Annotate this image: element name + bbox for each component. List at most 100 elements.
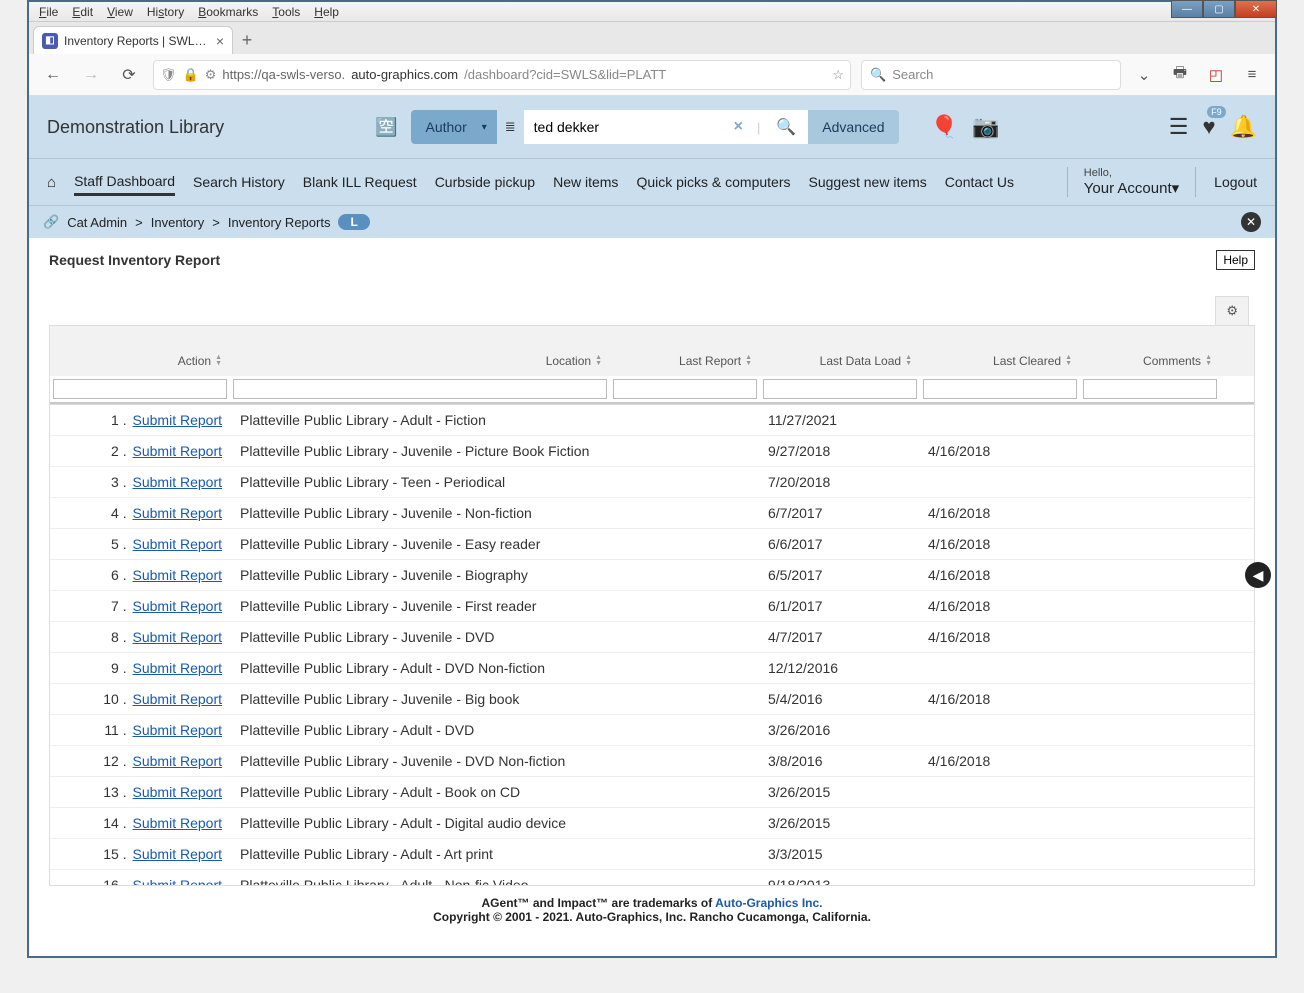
cell-last-data-load: 6/1/2017 xyxy=(760,595,920,617)
language-icon[interactable]: 🈳 xyxy=(373,114,399,140)
submit-report-link[interactable]: Submit Report xyxy=(133,753,222,769)
submit-report-link[interactable]: Submit Report xyxy=(133,505,222,521)
nav-staff-dashboard[interactable]: Staff Dashboard xyxy=(74,169,175,196)
col-last-report[interactable]: Last Report▲▼ xyxy=(610,326,760,376)
filter-comments[interactable] xyxy=(1083,379,1217,399)
col-last-cleared[interactable]: Last Cleared▲▼ xyxy=(920,326,1080,376)
back-button[interactable]: ← xyxy=(39,61,67,89)
url-bar[interactable]: 🛡 🔒 ⚙ https://qa-swls-verso.auto-graphic… xyxy=(153,60,851,90)
filter-last-report[interactable] xyxy=(613,379,757,399)
submit-report-link[interactable]: Submit Report xyxy=(133,598,222,614)
nav-curbside[interactable]: Curbside pickup xyxy=(435,170,535,194)
submit-report-link[interactable]: Submit Report xyxy=(133,846,222,862)
menu-file[interactable]: File xyxy=(33,4,64,20)
cell-last-report xyxy=(610,417,760,423)
menu-help[interactable]: Help xyxy=(308,4,345,20)
col-last-data-load[interactable]: Last Data Load▲▼ xyxy=(760,326,920,376)
submit-report-link[interactable]: Submit Report xyxy=(133,722,222,738)
footer-link[interactable]: Auto-Graphics Inc. xyxy=(715,896,822,910)
forward-button[interactable]: → xyxy=(77,61,105,89)
nav-search-history[interactable]: Search History xyxy=(193,170,285,194)
submit-report-link[interactable]: Submit Report xyxy=(133,412,222,428)
breadcrumb-pill[interactable]: L xyxy=(338,214,369,230)
filter-location[interactable] xyxy=(233,379,607,399)
url-prefix: https://qa-swls-verso. xyxy=(222,67,345,82)
menu-history[interactable]: History xyxy=(141,4,190,20)
balloon-icon[interactable]: 🎈 xyxy=(931,114,958,140)
print-icon[interactable]: 🖶 xyxy=(1167,62,1193,88)
breadcrumb-close-icon[interactable]: ✕ xyxy=(1241,212,1261,232)
nav-suggest[interactable]: Suggest new items xyxy=(809,170,927,194)
submit-report-link[interactable]: Submit Report xyxy=(133,536,222,552)
cell-comments xyxy=(1080,572,1220,578)
cell-location: Platteville Public Library - Juvenile - … xyxy=(230,750,610,772)
nav-quick-picks[interactable]: Quick picks & computers xyxy=(636,170,790,194)
notifications-bell-icon[interactable]: 🔔 xyxy=(1230,114,1257,140)
cell-last-data-load: 3/8/2016 xyxy=(760,750,920,772)
cell-last-data-load: 12/12/2016 xyxy=(760,657,920,679)
extension-icon[interactable]: ◰ xyxy=(1203,62,1229,88)
permissions-icon[interactable]: ⚙ xyxy=(205,67,217,83)
cell-last-cleared xyxy=(920,820,1080,826)
submit-report-link[interactable]: Submit Report xyxy=(133,784,222,800)
browser-tab[interactable]: ◧ Inventory Reports | SWLS | platt × xyxy=(33,26,233,54)
menu-view[interactable]: View xyxy=(101,4,139,20)
submit-report-link[interactable]: Submit Report xyxy=(133,815,222,831)
bookmark-star-icon[interactable]: ☆ xyxy=(832,67,844,83)
list-view-icon[interactable]: ☰ xyxy=(1169,114,1189,140)
submit-report-link[interactable]: Submit Report xyxy=(133,629,222,645)
submit-report-link[interactable]: Submit Report xyxy=(133,877,222,885)
side-panel-toggle-icon[interactable]: ◀ xyxy=(1245,562,1271,588)
window-maximize-button[interactable]: ▢ xyxy=(1203,0,1235,18)
cell-location: Platteville Public Library - Juvenile - … xyxy=(230,502,610,524)
help-button[interactable]: Help xyxy=(1216,250,1255,270)
nav-contact[interactable]: Contact Us xyxy=(945,170,1014,194)
pocket-icon[interactable]: ⌄ xyxy=(1131,62,1157,88)
menu-bookmarks[interactable]: Bookmarks xyxy=(192,4,264,20)
reload-button[interactable]: ⟳ xyxy=(115,61,143,89)
submit-report-link[interactable]: Submit Report xyxy=(133,660,222,676)
hamburger-menu-icon[interactable]: ≡ xyxy=(1239,62,1265,88)
camera-search-icon[interactable]: 📷 xyxy=(972,114,999,140)
window-close-button[interactable]: ✕ xyxy=(1235,0,1277,18)
database-icon[interactable]: ≣ xyxy=(497,110,524,144)
table-settings-gear-icon[interactable]: ⚙ xyxy=(1215,296,1249,325)
browser-search-box[interactable]: 🔍 Search xyxy=(861,60,1121,90)
breadcrumb-2[interactable]: Inventory xyxy=(151,215,204,230)
filter-last-data-load[interactable] xyxy=(763,379,917,399)
logout-link[interactable]: Logout xyxy=(1214,170,1257,194)
submit-report-link[interactable]: Submit Report xyxy=(133,443,222,459)
clear-search-icon[interactable]: × xyxy=(724,110,753,144)
shield-icon[interactable]: 🛡 xyxy=(160,67,177,83)
favorites-heart-icon[interactable]: ♥F9 xyxy=(1203,114,1216,140)
filter-action[interactable] xyxy=(53,379,227,399)
home-icon[interactable]: ⌂ xyxy=(47,174,56,191)
window-minimize-button[interactable]: — xyxy=(1171,0,1203,18)
col-comments[interactable]: Comments▲▼ xyxy=(1080,326,1220,376)
nav-new-items[interactable]: New items xyxy=(553,170,618,194)
nav-blank-ill[interactable]: Blank ILL Request xyxy=(303,170,417,194)
search-type-dropdown[interactable]: Author xyxy=(411,110,496,144)
submit-report-link[interactable]: Submit Report xyxy=(133,567,222,583)
breadcrumb-3[interactable]: Inventory Reports xyxy=(228,215,331,230)
account-menu[interactable]: Hello, Your Account▾ xyxy=(1067,167,1196,197)
submit-report-link[interactable]: Submit Report xyxy=(133,691,222,707)
cell-last-report xyxy=(610,851,760,857)
col-location[interactable]: Location▲▼ xyxy=(230,326,610,376)
filter-last-cleared[interactable] xyxy=(923,379,1077,399)
advanced-search-button[interactable]: Advanced xyxy=(808,110,898,144)
lock-icon[interactable]: 🔒 xyxy=(183,67,199,83)
breadcrumb-1[interactable]: Cat Admin xyxy=(67,215,127,230)
col-action[interactable]: Action▲▼ xyxy=(50,326,230,376)
submit-report-link[interactable]: Submit Report xyxy=(133,474,222,490)
tab-close-icon[interactable]: × xyxy=(216,33,224,49)
search-submit-icon[interactable]: 🔍 xyxy=(764,110,808,144)
table-row: 4 . Submit ReportPlatteville Public Libr… xyxy=(50,498,1254,529)
new-tab-button[interactable]: + xyxy=(233,26,261,54)
catalog-search-input[interactable] xyxy=(524,110,724,144)
cell-last-data-load: 3/26/2015 xyxy=(760,812,920,834)
cell-comments xyxy=(1080,634,1220,640)
menu-tools[interactable]: Tools xyxy=(266,4,306,20)
cell-comments xyxy=(1080,417,1220,423)
menu-edit[interactable]: Edit xyxy=(66,4,99,20)
